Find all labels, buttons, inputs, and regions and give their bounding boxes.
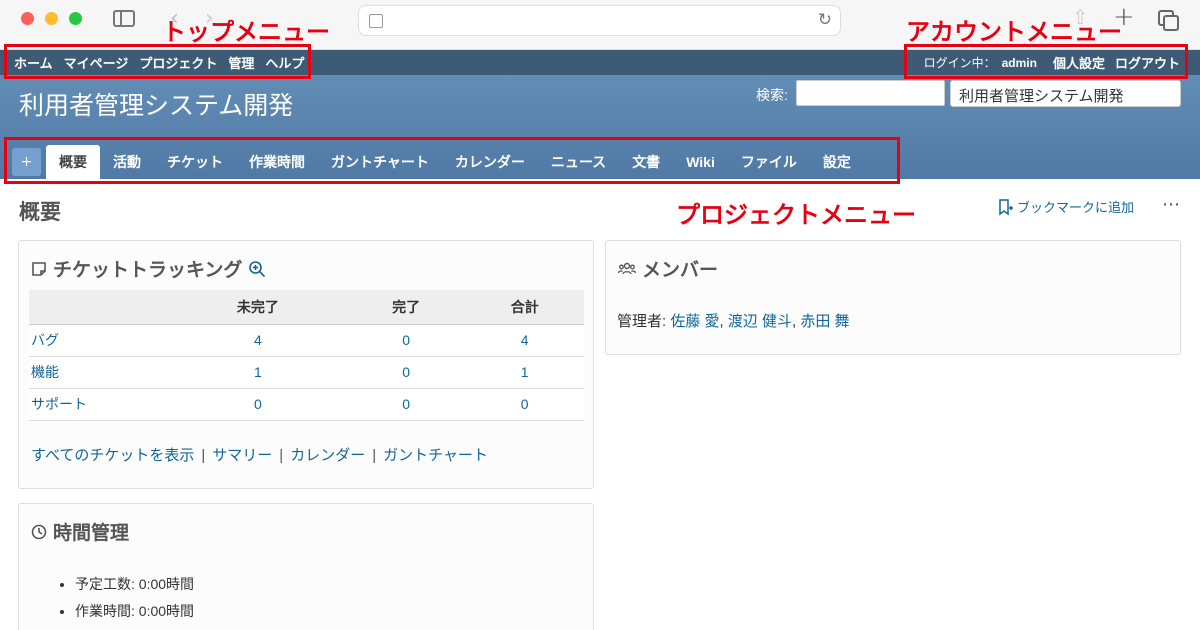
total-count-link[interactable]: 4 [465, 324, 584, 357]
member-separator: , [719, 313, 728, 330]
link-separator: | [279, 447, 284, 464]
zoom-in-icon[interactable] [248, 260, 266, 278]
column-header-closed: 完了 [346, 290, 466, 325]
annotation-label-account-menu: アカウントメニュー [906, 18, 1122, 46]
tracker-name-link[interactable]: バグ [29, 324, 169, 357]
annotation-box-top-menu [4, 44, 311, 79]
members-list: 管理者: 佐藤 愛, 渡辺 健斗, 赤田 舞 [617, 310, 850, 331]
more-actions-icon[interactable]: ⋯ [1162, 194, 1181, 215]
zoom-window-button[interactable] [69, 12, 82, 25]
closed-count-link[interactable]: 0 [346, 356, 466, 389]
page-icon [369, 14, 383, 28]
tab-overview-icon[interactable] [1158, 10, 1179, 31]
add-bookmark-label: ブックマークに追加 [1017, 200, 1135, 215]
issue-tracking-box: チケットトラッキング 未完了 完了 合計 バグ 4 0 4 機能 1 0 1 サ… [18, 240, 594, 489]
tracker-name-link[interactable]: サポート [29, 388, 169, 421]
issue-tracking-title-text: チケットトラッキング [53, 260, 243, 281]
view-all-issues-link[interactable]: すべてのチケットを表示 [31, 447, 194, 464]
project-title: 利用者管理システム開発 [19, 92, 294, 120]
time-tracking-title-text: 時間管理 [53, 523, 130, 544]
link-separator: | [201, 447, 206, 464]
member-link[interactable]: 佐藤 愛 [670, 313, 719, 330]
clock-icon [31, 524, 47, 539]
page-title: 概要 [19, 201, 61, 224]
address-bar[interactable]: ↻ [358, 5, 841, 36]
link-separator: | [372, 447, 377, 464]
tracker-name-link[interactable]: 機能 [29, 356, 169, 389]
members-icon [618, 262, 636, 274]
members-box: メンバー 管理者: 佐藤 愛, 渡辺 健斗, 赤田 舞 [605, 240, 1181, 355]
total-count-link[interactable]: 1 [465, 356, 584, 389]
table-row: サポート 0 0 0 [29, 388, 584, 421]
column-header-open: 未完了 [169, 290, 347, 325]
members-title-text: メンバー [642, 260, 719, 281]
bookmark-icon [999, 198, 1013, 215]
sidebar-toggle-icon[interactable] [113, 10, 135, 27]
column-header-total: 合計 [465, 290, 584, 325]
summary-link[interactable]: サマリー [212, 447, 272, 464]
member-link[interactable]: 渡辺 健斗 [728, 313, 792, 330]
reload-icon[interactable]: ↻ [818, 10, 832, 30]
chevron-down-icon: ⌄ [959, 84, 972, 101]
search-input[interactable] [796, 80, 945, 106]
time-tracking-title: 時間管理 [31, 518, 129, 545]
gantt-link[interactable]: ガントチャート [383, 447, 488, 464]
issue-icon [32, 261, 46, 276]
close-window-button[interactable] [21, 12, 34, 25]
minimize-window-button[interactable] [45, 12, 58, 25]
members-title: メンバー [618, 255, 718, 282]
project-jump-select[interactable]: 利用者管理システム開発 ⌄ [950, 80, 1181, 107]
calendar-link[interactable]: カレンダー [290, 447, 365, 464]
time-tracking-list: 予定工数: 0:00時間 作業時間: 0:00時間 [75, 574, 194, 628]
open-count-link[interactable]: 4 [169, 324, 347, 357]
closed-count-link[interactable]: 0 [346, 388, 466, 421]
open-count-link[interactable]: 1 [169, 356, 347, 389]
annotation-label-project-menu: プロジェクトメニュー [676, 201, 916, 229]
table-header-row: 未完了 完了 合計 [29, 290, 584, 325]
add-bookmark-link[interactable]: ブックマークに追加 [997, 197, 1134, 216]
annotation-box-project-menu [4, 137, 900, 184]
annotation-label-top-menu: トップメニュー [162, 18, 330, 46]
member-link[interactable]: 赤田 舞 [800, 313, 849, 330]
issue-tracking-table: 未完了 完了 合計 バグ 4 0 4 機能 1 0 1 サポート 0 0 0 [29, 290, 584, 421]
search-label: 検索: [756, 87, 788, 103]
annotation-box-account-menu [904, 44, 1188, 79]
list-item: 予定工数: 0:00時間 [75, 574, 194, 594]
closed-count-link[interactable]: 0 [346, 324, 466, 357]
total-count-link[interactable]: 0 [465, 388, 584, 421]
list-item: 作業時間: 0:00時間 [75, 601, 194, 621]
role-label: 管理者: [617, 313, 671, 330]
table-row: 機能 1 0 1 [29, 356, 584, 389]
issue-links: すべてのチケットを表示 | サマリー | カレンダー | ガントチャート [31, 444, 488, 465]
open-count-link[interactable]: 0 [169, 388, 347, 421]
time-tracking-box: 時間管理 予定工数: 0:00時間 作業時間: 0:00時間 [18, 503, 594, 630]
table-row: バグ 4 0 4 [29, 324, 584, 357]
issue-tracking-title: チケットトラッキング [31, 255, 266, 282]
column-header-tracker [29, 290, 169, 325]
